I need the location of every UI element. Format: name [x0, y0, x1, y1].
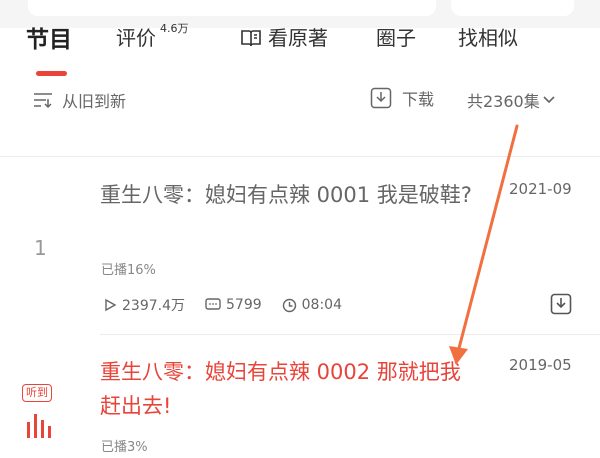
download-icon [370, 87, 392, 109]
episode-download-icon[interactable] [550, 293, 572, 315]
sort-order-button[interactable]: 从旧到新 [32, 88, 126, 112]
duration: 08:04 [282, 297, 342, 313]
episode-date: 2021-09 [509, 180, 572, 198]
play-progress: 已播3% [101, 440, 148, 455]
play-progress: 已播16% [101, 263, 156, 278]
episode-date: 2019-05 [509, 356, 572, 374]
chevron-down-icon [543, 96, 555, 104]
tab-original-book[interactable]: 看原著 [240, 22, 328, 53]
episode-title[interactable]: 重生八零：媳妇有点辣 0002 那就把我赶出去! [100, 355, 480, 423]
download-button[interactable]: 下载 [370, 86, 434, 110]
sort-bar: 从旧到新 下载 共2360集 [0, 86, 600, 114]
divider [100, 334, 600, 335]
active-tab-indicator [36, 71, 67, 76]
episode-stats: 2397.4万 5799 08:04 [103, 295, 362, 315]
episode-index: 1 [34, 236, 47, 260]
tab-episodes[interactable]: 节目 [26, 20, 72, 54]
clock-icon [282, 298, 296, 312]
tab-circle[interactable]: 圈子 [376, 22, 416, 51]
top-card-right [451, 0, 574, 16]
reviews-count-badge: 4.6万 [160, 22, 189, 35]
sort-icon [34, 93, 52, 109]
now-playing-bars-icon [27, 414, 51, 438]
episode-title[interactable]: 重生八零：媳妇有点辣 0001 我是破鞋? [100, 178, 480, 212]
play-count: 2397.4万 [103, 295, 185, 315]
play-icon [105, 298, 117, 312]
listening-badge: 听到 [22, 384, 52, 402]
divider [0, 156, 600, 157]
book-icon [240, 28, 262, 53]
comment-icon [205, 298, 221, 310]
comment-count: 5799 [205, 297, 262, 313]
episode-count-selector[interactable]: 共2360集 [467, 88, 556, 112]
tab-similar[interactable]: 找相似 [458, 22, 518, 51]
top-card-left [28, 0, 436, 16]
tab-reviews[interactable]: 评价 4.6万 [116, 22, 189, 51]
tab-bar: 节目 评价 4.6万 看原著 圈子 找相似 [0, 18, 600, 76]
